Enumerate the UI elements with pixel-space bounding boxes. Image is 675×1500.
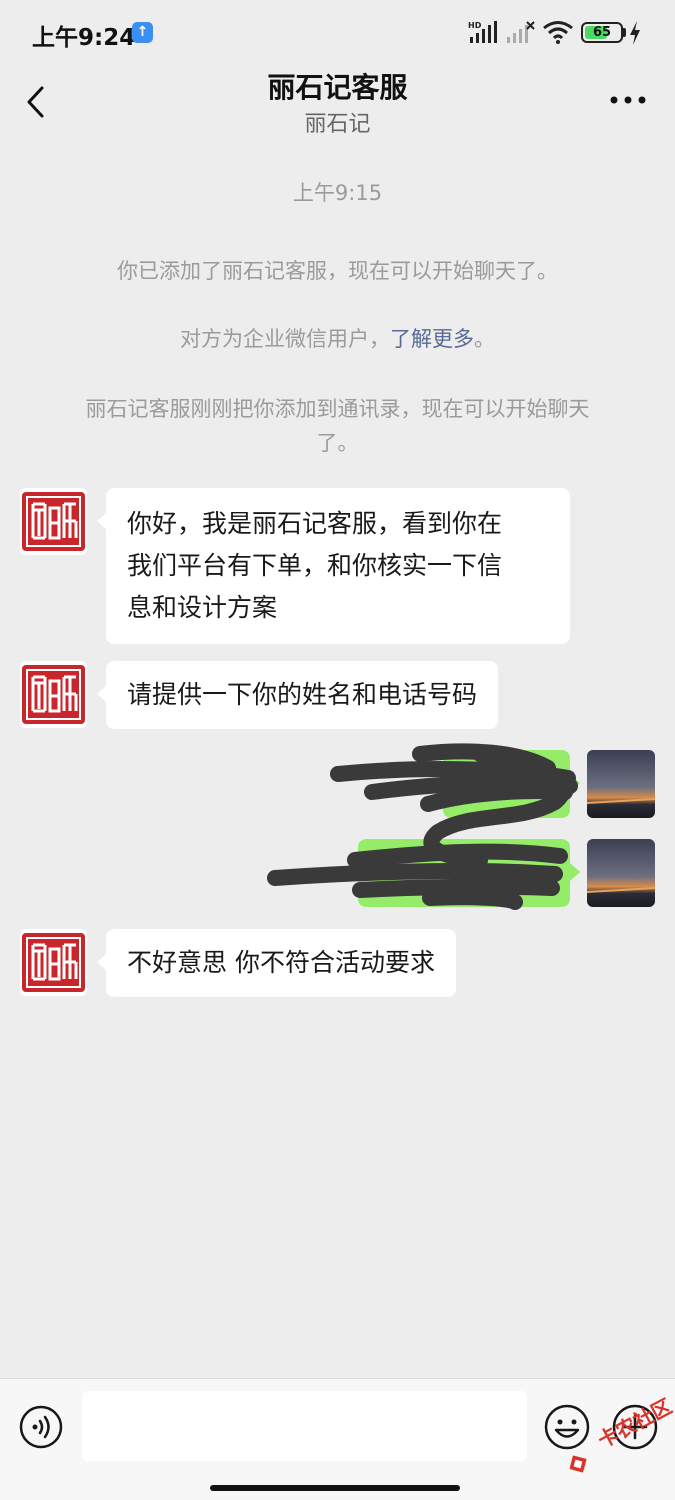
chat-message-bubble[interactable]: 请提供一下你的姓名和电话号码 xyxy=(96,661,499,729)
signal-off-icon xyxy=(507,21,535,43)
home-indicator[interactable] xyxy=(210,1485,460,1491)
battery-icon: 65 xyxy=(581,22,623,43)
avatar-self[interactable] xyxy=(587,750,655,818)
system-message-contact-line2: 了。 xyxy=(316,431,359,455)
avatar[interactable] xyxy=(20,488,87,555)
system-message-added: 你已添加了丽石记客服，现在可以开始聊天了。 xyxy=(117,259,558,283)
status-bar: 上午9:24 ↑ HD 65 xyxy=(0,0,675,66)
avatar-self[interactable] xyxy=(587,839,655,907)
chat-message-bubble[interactable]: 不好意思 你不符合活动要求 xyxy=(97,929,456,997)
hd-signal-icon: HD xyxy=(468,21,497,43)
message-text-line: 我们平台有下单，和你核实一下信 xyxy=(127,551,503,580)
message-text-line: 你好，我是丽石记客服，看到你在 xyxy=(127,509,503,538)
system-message-enterprise: 对方为企业微信用户，了解更多。 xyxy=(40,322,635,356)
chat-area[interactable]: 上午9:15 你已添加了丽石记客服，现在可以开始聊天了。 对方为企业微信用户，了… xyxy=(0,142,675,1378)
chat-message-bubble-self[interactable] xyxy=(443,750,570,818)
svg-text:HD: HD xyxy=(468,21,482,30)
chat-timestamp: 上午9:15 xyxy=(292,181,383,205)
avatar[interactable] xyxy=(20,661,87,728)
seal-logo-icon xyxy=(22,933,85,992)
system-message-contact: 丽石记客服刚刚把你添加到通讯录，现在可以开始聊天 了。 xyxy=(40,392,635,460)
wifi-icon xyxy=(543,21,573,44)
battery-cap xyxy=(623,28,626,37)
sunset-photo-icon xyxy=(587,750,655,818)
message-text: 不好意思 你不符合活动要求 xyxy=(127,948,435,977)
more-dots-icon[interactable] xyxy=(608,94,648,106)
message-text: 请提供一下你的姓名和电话号码 xyxy=(127,680,478,709)
page-subtitle: 丽石记 xyxy=(304,112,371,137)
message-input[interactable] xyxy=(82,1391,527,1461)
battery-level: 65 xyxy=(592,25,612,40)
page-title: 丽石记客服 xyxy=(267,71,408,104)
seal-logo-icon xyxy=(22,492,85,551)
avatar[interactable] xyxy=(20,929,87,996)
upload-notification-icon: ↑ xyxy=(132,22,153,43)
message-text-line: 息和设计方案 xyxy=(127,593,278,622)
charging-icon xyxy=(630,21,640,45)
bubble-tail xyxy=(570,863,580,881)
chat-message-bubble-self[interactable] xyxy=(358,839,570,907)
bubble-tail xyxy=(570,774,580,792)
sunset-photo-icon xyxy=(587,839,655,907)
system-message-contact-line1: 丽石记客服刚刚把你添加到通讯录，现在可以开始聊天 xyxy=(85,397,590,421)
status-time: 上午9:24 xyxy=(32,25,136,51)
chat-header: 丽石记客服 丽石记 xyxy=(0,66,675,142)
seal-logo-icon xyxy=(22,665,85,724)
system-message-enterprise-prefix: 对方为企业微信用户， xyxy=(180,327,390,351)
learn-more-link[interactable]: 了解更多 xyxy=(390,327,474,351)
voice-icon[interactable] xyxy=(18,1404,64,1450)
system-message-enterprise-suffix: 。 xyxy=(474,327,495,351)
chat-message-bubble[interactable]: 你好，我是丽石记客服，看到你在 我们平台有下单，和你核实一下信 息和设计方案 xyxy=(97,488,570,644)
